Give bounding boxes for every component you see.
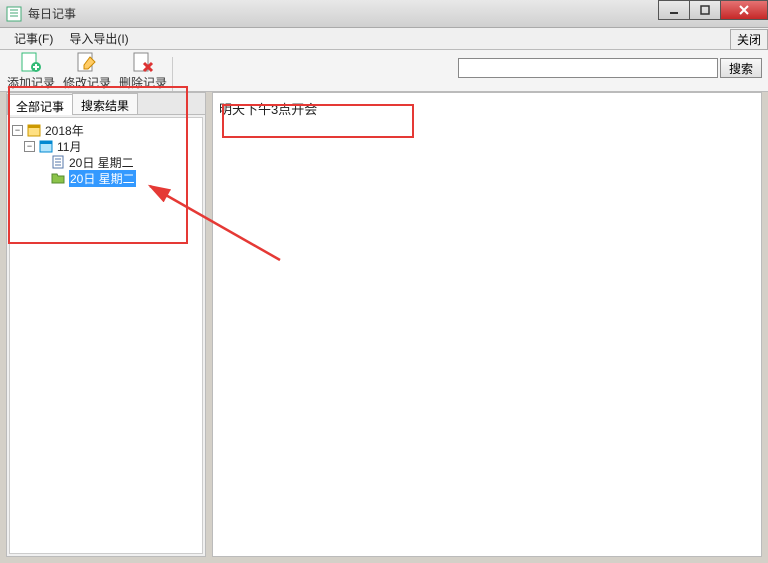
expander-icon[interactable]: −: [24, 141, 35, 152]
calendar-year-icon: [26, 123, 42, 137]
left-panel: 全部记事 搜索结果 − 2018年 − 11月: [6, 92, 206, 557]
calendar-month-icon: [38, 139, 54, 153]
note-panel[interactable]: 明天下午3点开会: [212, 92, 762, 557]
window-controls: [659, 0, 768, 20]
tree-month-node[interactable]: − 11月: [12, 138, 200, 154]
tree-view[interactable]: − 2018年 − 11月 20日 星期二: [9, 117, 203, 554]
toolbar: 添加记录 修改记录 删除记录 搜索: [0, 50, 768, 92]
menubar: 记事(F) 导入导出(I) 关闭: [0, 28, 768, 50]
delete-record-button[interactable]: 删除记录: [118, 51, 168, 91]
expander-icon[interactable]: −: [12, 125, 23, 136]
tree-entry-label: 20日 星期二: [69, 170, 136, 187]
tab-search-results[interactable]: 搜索结果: [72, 93, 138, 114]
add-record-button[interactable]: 添加记录: [6, 51, 56, 91]
tree-entry-node[interactable]: 20日 星期二: [12, 154, 200, 170]
tree-year-node[interactable]: − 2018年: [12, 122, 200, 138]
left-tabs: 全部记事 搜索结果: [7, 93, 205, 115]
window-title: 每日记事: [28, 5, 76, 22]
note-body: 明天下午3点开会: [219, 99, 755, 118]
search-button[interactable]: 搜索: [720, 58, 762, 78]
add-record-label: 添加记录: [7, 74, 55, 91]
edit-record-label: 修改记录: [63, 74, 111, 91]
tree-entry-label: 20日 星期二: [69, 154, 134, 171]
edit-record-button[interactable]: 修改记录: [62, 51, 112, 91]
note-open-icon: [50, 171, 66, 185]
app-icon: [6, 6, 22, 22]
close-window-button[interactable]: [720, 0, 768, 20]
close-button[interactable]: 关闭: [730, 29, 768, 50]
minimize-button[interactable]: [658, 0, 690, 20]
tree-entry-node[interactable]: 20日 星期二: [12, 170, 200, 186]
toolbar-divider: [172, 57, 173, 91]
add-icon: [20, 51, 42, 73]
delete-record-label: 删除记录: [119, 74, 167, 91]
edit-icon: [76, 51, 98, 73]
note-icon: [50, 155, 66, 169]
maximize-button[interactable]: [689, 0, 721, 20]
menu-import-export[interactable]: 导入导出(I): [61, 28, 136, 49]
search-input[interactable]: [458, 58, 718, 78]
tree-year-label: 2018年: [45, 122, 84, 139]
tab-all-notes[interactable]: 全部记事: [7, 94, 73, 115]
tree-month-label: 11月: [57, 138, 81, 155]
delete-icon: [132, 51, 154, 73]
menu-file[interactable]: 记事(F): [6, 28, 61, 49]
titlebar: 每日记事: [0, 0, 768, 28]
